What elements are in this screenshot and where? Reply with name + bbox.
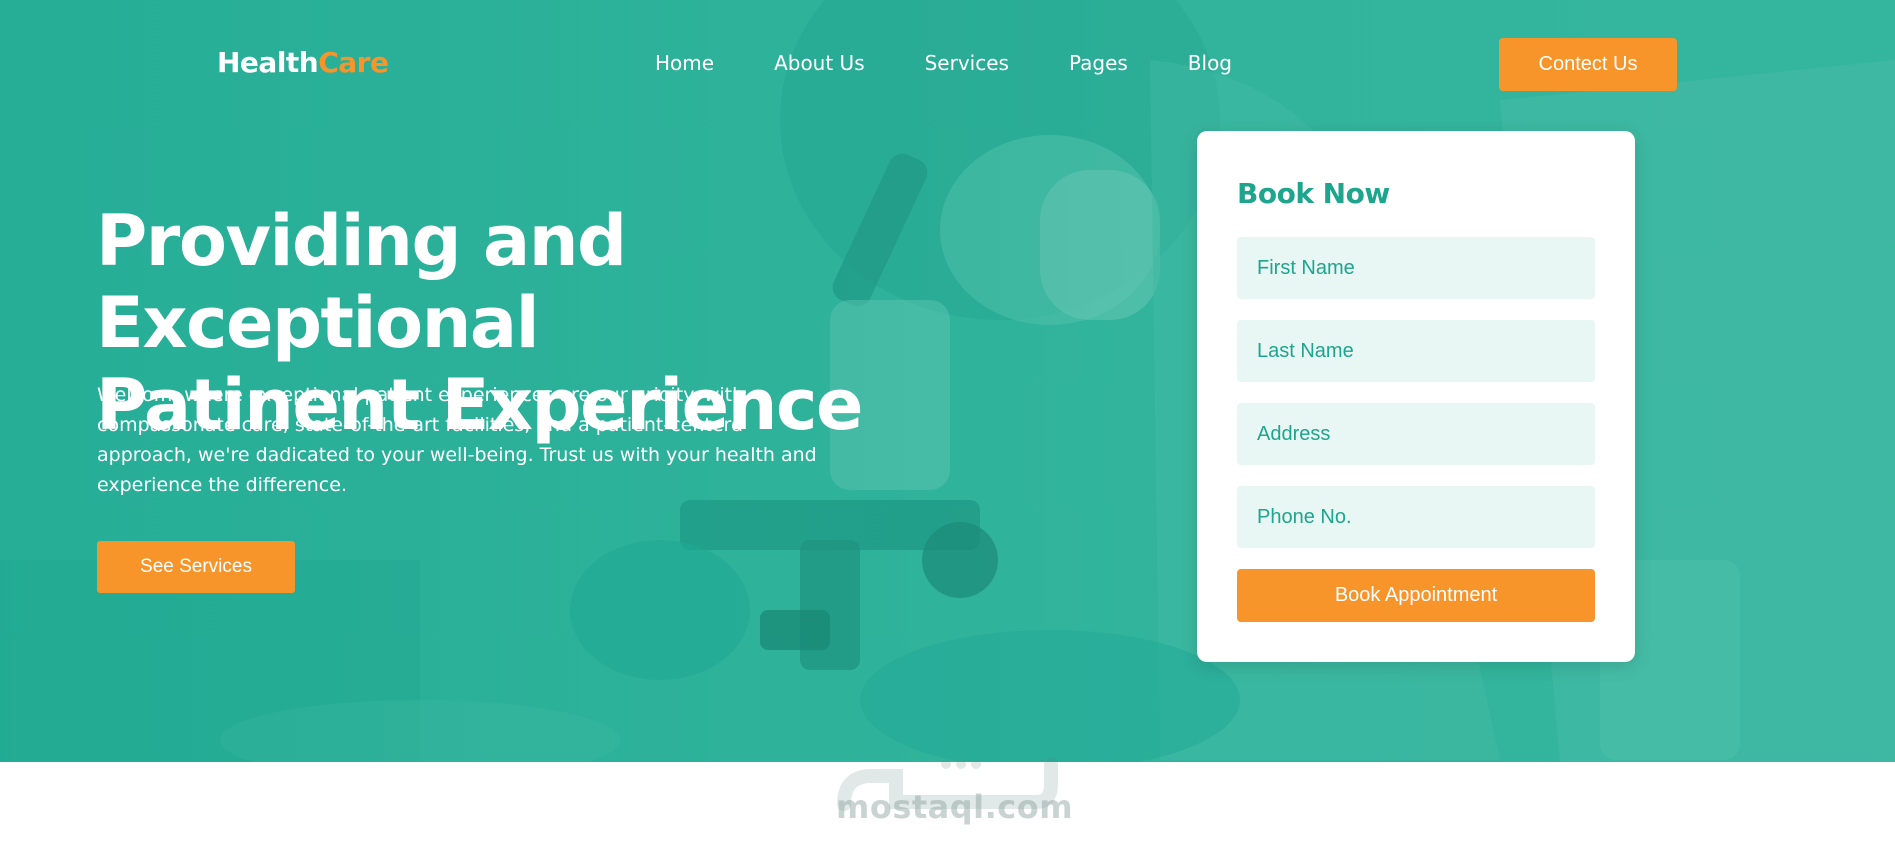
booking-form-title: Book Now xyxy=(1237,177,1390,210)
nav-item-services[interactable]: Services xyxy=(925,51,1009,75)
brand-logo[interactable]: HealthCare xyxy=(217,46,389,79)
nav-item-about-us[interactable]: About Us xyxy=(774,51,865,75)
address-field[interactable] xyxy=(1237,403,1595,465)
hero-intro-text: Welcom, where exceptional patient experi… xyxy=(97,384,817,496)
brand-name-primary: Health xyxy=(217,46,319,79)
book-appointment-button[interactable]: Book Appointment xyxy=(1237,569,1595,622)
last-name-field[interactable] xyxy=(1237,320,1595,382)
main-nav: Home About Us Services Pages Blog xyxy=(655,51,1292,75)
nav-item-home[interactable]: Home xyxy=(655,51,714,75)
nav-item-pages[interactable]: Pages xyxy=(1069,51,1128,75)
see-services-button[interactable]: See Services xyxy=(97,541,295,593)
nav-item-blog[interactable]: Blog xyxy=(1188,51,1232,75)
contact-us-button[interactable]: Contect Us xyxy=(1499,38,1677,91)
hero-headline-line-1: Providing and Exceptional xyxy=(96,200,627,364)
first-name-field[interactable] xyxy=(1237,237,1595,299)
hero-section: HealthCare Home About Us Services Pages … xyxy=(0,0,1895,762)
booking-form-card: Book Now Book Appointment xyxy=(1197,131,1635,662)
mostaql-watermark-text: mostaql.com xyxy=(836,788,1074,826)
brand-name-accent: Care xyxy=(318,46,389,79)
phone-field[interactable] xyxy=(1237,486,1595,548)
